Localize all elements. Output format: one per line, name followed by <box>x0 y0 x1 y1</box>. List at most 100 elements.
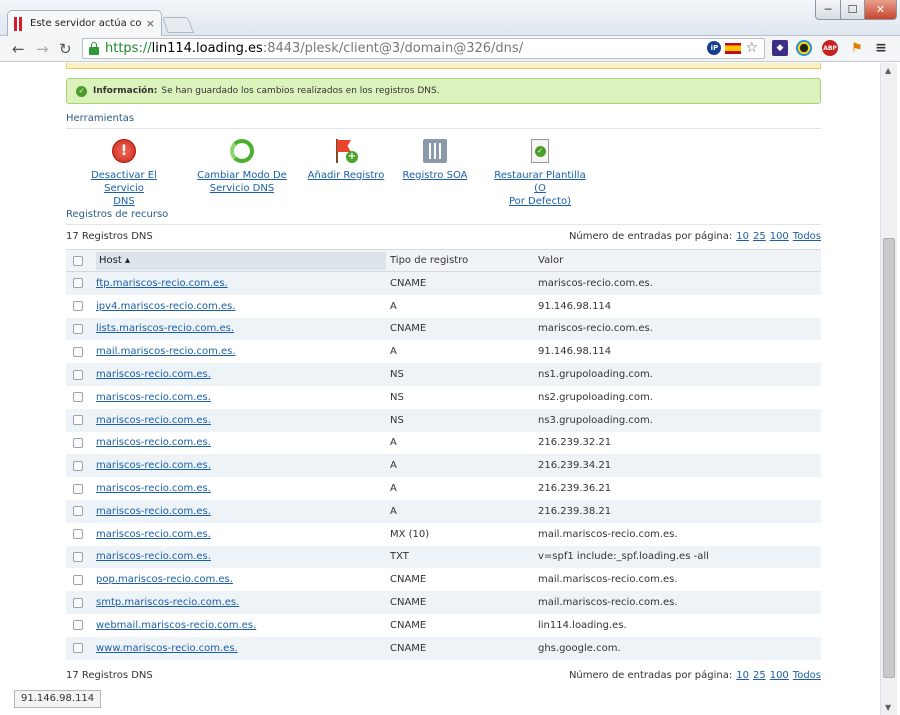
warning-strip <box>66 63 821 69</box>
add-record-button[interactable]: + Añadir Registro <box>306 139 386 182</box>
record-type: NS <box>390 391 404 403</box>
extension-icon[interactable]: ◆ <box>772 40 788 56</box>
host-link[interactable]: smtp.mariscos-recio.com.es. <box>96 597 239 608</box>
record-value: mail.mariscos-recio.com.es. <box>538 574 678 586</box>
row-checkbox[interactable] <box>73 643 83 654</box>
row-checkbox[interactable] <box>73 323 83 334</box>
row-checkbox[interactable] <box>73 369 83 380</box>
record-value: mariscos-recio.com.es. <box>538 323 653 335</box>
table-body: ftp.mariscos-recio.com.es. CNAME mariscos-… <box>66 272 821 660</box>
ip-extension-icon[interactable]: iP <box>707 41 722 55</box>
per-page-100[interactable]: 100 <box>770 670 789 681</box>
host-link[interactable]: lists.mariscos-recio.com.es. <box>96 323 234 334</box>
record-type: NS <box>390 369 404 381</box>
record-type: CNAME <box>390 642 427 654</box>
row-checkbox[interactable] <box>73 620 83 631</box>
switch-icon <box>230 139 254 163</box>
table-row: lists.mariscos-recio.com.es. CNAME marisco… <box>66 317 821 341</box>
per-page-25[interactable]: 25 <box>753 670 766 681</box>
browser-menu-icon[interactable]: ≡ <box>873 40 889 56</box>
per-page-10[interactable]: 10 <box>736 670 749 681</box>
host-link[interactable]: pop.mariscos-recio.com.es. <box>96 574 233 585</box>
table-row: mariscos-recio.com.es. NS ns1.grupoloading… <box>66 363 821 386</box>
adblock-icon[interactable]: ABP <box>822 40 838 56</box>
row-checkbox[interactable] <box>73 506 83 517</box>
close-window-button[interactable]: ✕ <box>864 0 897 20</box>
scrollbar-thumb[interactable] <box>883 238 895 678</box>
record-type: A <box>390 483 397 495</box>
row-checkbox[interactable] <box>73 483 83 494</box>
info-message: ✓ Información: Se han guardado los cambi… <box>66 78 821 104</box>
row-checkbox[interactable] <box>73 574 83 585</box>
bookmark-star-icon[interactable]: ☆ <box>745 41 758 55</box>
new-tab-button[interactable] <box>162 17 194 33</box>
forward-icon[interactable]: → <box>36 40 49 58</box>
host-link[interactable]: webmail.mariscos-recio.com.es. <box>96 620 256 631</box>
scroll-up-icon[interactable]: ▲ <box>885 66 891 75</box>
host-link[interactable]: ipv4.mariscos-recio.com.es. <box>96 301 236 312</box>
disable-dns-button[interactable]: ! Desactivar El Servicio DNS <box>72 139 176 208</box>
record-type: A <box>390 346 397 358</box>
record-type: A <box>390 505 397 517</box>
restore-template-button[interactable]: ✓ Restaurar Plantilla (O Por Defecto) <box>488 139 592 208</box>
browser-toolbar: ← → ↻ https://lin114.loading.es:8443/ple… <box>0 36 900 62</box>
host-link[interactable]: mariscos-recio.com.es. <box>96 460 211 471</box>
host-column-header[interactable]: Host ▴ <box>96 251 386 270</box>
record-value: 91.146.98.114 <box>538 346 612 358</box>
host-link[interactable]: mariscos-recio.com.es. <box>96 392 211 403</box>
table-row: mariscos-recio.com.es. NS ns3.grupoloading… <box>66 408 821 432</box>
row-checkbox[interactable] <box>73 460 83 471</box>
scroll-down-icon[interactable]: ▼ <box>885 703 891 712</box>
host-link[interactable]: ftp.mariscos-recio.com.es. <box>96 278 228 289</box>
row-checkbox[interactable] <box>73 346 83 357</box>
success-check-icon: ✓ <box>76 85 87 97</box>
records-count: 17 Registros DNS <box>66 230 153 242</box>
notification-extension-icon[interactable]: ⚑ <box>849 40 865 56</box>
row-checkbox[interactable] <box>73 529 83 540</box>
host-link[interactable]: mariscos-recio.com.es. <box>96 483 211 494</box>
host-link[interactable]: mariscos-recio.com.es. <box>96 415 211 426</box>
per-page-100[interactable]: 100 <box>770 231 789 242</box>
row-checkbox[interactable] <box>73 597 83 608</box>
dns-records-table: Host ▴ Tipo de registro Valor ftp.marisc… <box>66 249 821 660</box>
tab-close-icon[interactable]: × <box>146 17 155 30</box>
maximize-button[interactable]: ☐ <box>840 0 865 20</box>
per-page-10[interactable]: 10 <box>736 231 749 242</box>
record-type: A <box>390 300 397 312</box>
host-link[interactable]: www.mariscos-recio.com.es. <box>96 643 238 654</box>
row-checkbox[interactable] <box>73 437 83 448</box>
record-value: ghs.google.com. <box>538 642 621 654</box>
per-page-selector: Número de entradas por página: 10 25 100… <box>568 230 821 242</box>
url-text[interactable]: https://lin114.loading.es:8443/plesk/cli… <box>105 41 523 56</box>
per-page-all[interactable]: Todos <box>793 670 821 681</box>
spain-flag-icon[interactable] <box>725 42 742 54</box>
page-scrollbar[interactable]: ▲ ▼ <box>880 63 897 715</box>
host-link[interactable]: mariscos-recio.com.es. <box>96 506 211 517</box>
row-checkbox[interactable] <box>73 278 83 289</box>
select-all-checkbox[interactable] <box>73 255 83 266</box>
per-page-25[interactable]: 25 <box>753 231 766 242</box>
browser-tab[interactable]: Este servidor actúa como × <box>7 10 162 36</box>
soa-record-button[interactable]: Registro SOA <box>402 139 468 182</box>
table-row: mariscos-recio.com.es. MX (10) mail.marisc… <box>66 523 821 546</box>
record-type: NS <box>390 414 404 426</box>
table-row: mariscos-recio.com.es. A 216.239.38.21 <box>66 499 821 523</box>
row-checkbox[interactable] <box>73 392 83 403</box>
back-icon[interactable]: ← <box>12 40 25 58</box>
host-link[interactable]: mariscos-recio.com.es. <box>96 551 211 562</box>
minimize-button[interactable]: ─ <box>815 0 841 20</box>
row-checkbox[interactable] <box>73 301 83 312</box>
row-checkbox[interactable] <box>73 415 83 426</box>
switch-dns-mode-button[interactable]: Cambiar Modo De Servicio DNS <box>194 139 290 195</box>
per-page-all[interactable]: Todos <box>793 231 821 242</box>
host-link[interactable]: mariscos-recio.com.es. <box>96 369 211 380</box>
address-bar[interactable]: https://lin114.loading.es:8443/plesk/cli… <box>82 38 765 59</box>
host-link[interactable]: mariscos-recio.com.es. <box>96 529 211 540</box>
row-checkbox[interactable] <box>73 551 83 562</box>
host-link[interactable]: mail.mariscos-recio.com.es. <box>96 346 236 357</box>
reload-icon[interactable]: ↻ <box>59 40 72 58</box>
host-link[interactable]: mariscos-recio.com.es. <box>96 437 211 448</box>
records-count-bar-bottom: 17 Registros DNS Número de entradas por … <box>66 668 821 682</box>
color-extension-icon[interactable] <box>796 40 812 56</box>
restore-icon: ✓ <box>531 139 549 163</box>
